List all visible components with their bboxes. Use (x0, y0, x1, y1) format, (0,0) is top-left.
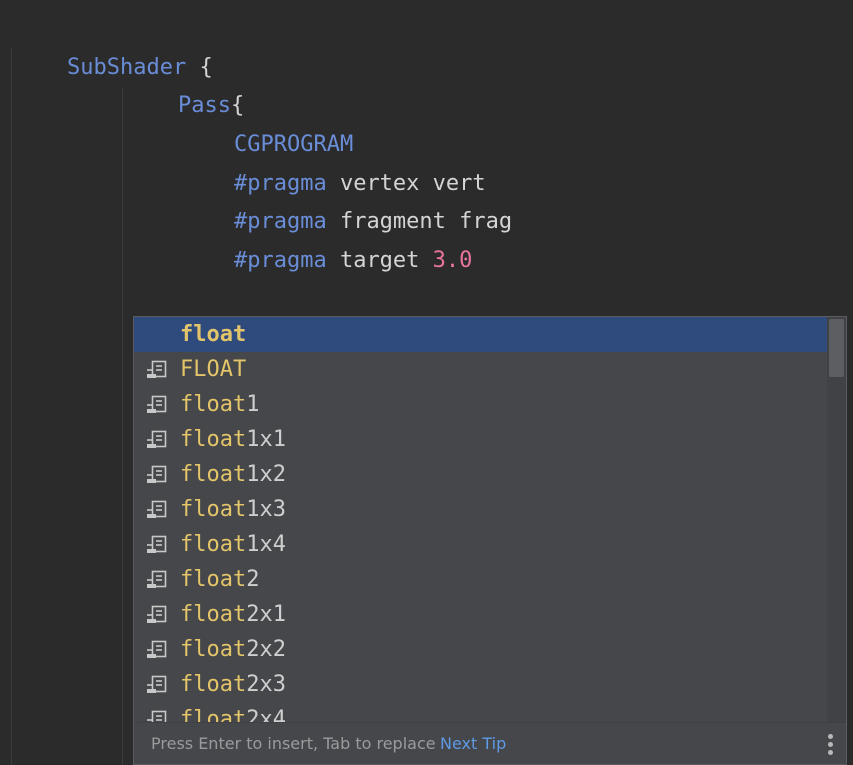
completion-popup: float FLOAT float1 float1x1 float1x2 float1x3… (133, 316, 847, 765)
completion-rest-text: 1x3 (246, 497, 286, 522)
template-icon (147, 535, 167, 553)
completion-item[interactable]: float1x1 (134, 422, 828, 457)
completion-item-label: float1x2 (180, 457, 286, 492)
template-icon (147, 570, 167, 588)
more-vertical-icon[interactable] (828, 734, 834, 756)
completion-item[interactable]: float2x3 (134, 667, 828, 702)
completion-match-text: float (180, 602, 247, 627)
completion-item-label: float2x1 (180, 597, 286, 632)
completion-rest-text: 1x2 (246, 462, 286, 487)
template-icon (147, 675, 167, 693)
completion-item-label: float1 (180, 387, 259, 422)
completion-item-label: float (180, 317, 246, 352)
completion-item[interactable]: float (134, 317, 828, 352)
completion-rest-text: 2x3 (246, 672, 286, 697)
code-line: CGPROGRAM (181, 88, 353, 157)
completion-rest-text: 2x2 (246, 637, 286, 662)
template-icon (147, 710, 167, 722)
template-icon (147, 465, 167, 483)
indent-guide (122, 88, 123, 765)
completion-rest-text: 1 (246, 392, 260, 417)
number-literal: 3.0 (432, 248, 473, 273)
code-line-current[interactable]: float (181, 281, 304, 353)
completion-rest-text: 1x4 (246, 532, 286, 557)
code-line: #pragma vertex vert (181, 127, 486, 196)
next-tip-link[interactable]: Next Tip (440, 723, 506, 764)
completion-match-text: float (180, 497, 247, 522)
completion-match-text: float (180, 637, 247, 662)
code-line: Pass{ (125, 49, 244, 118)
completion-item-label: float2x4 (180, 702, 286, 722)
completion-item[interactable]: float1x2 (134, 457, 828, 492)
completion-rest-text: 2x4 (246, 707, 286, 722)
completion-rest-text: 2x1 (246, 602, 286, 627)
completion-item-label: float2 (180, 562, 259, 597)
completion-rest-text: 2 (246, 567, 260, 592)
completion-item-label: float1x1 (180, 422, 286, 457)
template-icon (147, 640, 167, 658)
completion-match-text: FLOAT (180, 357, 247, 382)
keyword: #pragma (233, 248, 327, 273)
scrollbar-thumb[interactable] (829, 319, 844, 377)
pragma-args: target (326, 248, 433, 273)
completion-item-label: float2x3 (180, 667, 286, 702)
code-line: #pragma fragment frag (181, 165, 512, 234)
completion-list[interactable]: float FLOAT float1 float1x1 float1x2 float1x3… (134, 317, 828, 722)
completion-match-text: float (180, 567, 247, 592)
completion-match-text: float (180, 672, 247, 697)
completion-item-label: FLOAT (180, 352, 246, 387)
code-line: SubShader { (14, 11, 213, 80)
completion-match-text: float (180, 532, 247, 557)
completion-match-text: float (180, 707, 247, 722)
completion-item-label: float1x4 (180, 527, 286, 562)
template-icon (147, 360, 167, 378)
completion-item-label: float1x3 (180, 492, 286, 527)
completion-item[interactable]: float1x4 (134, 527, 828, 562)
completion-item[interactable]: FLOAT (134, 352, 828, 387)
completion-item[interactable]: float2x2 (134, 632, 828, 667)
completion-item[interactable]: float2 (134, 562, 828, 597)
completion-item[interactable]: float1 (134, 387, 828, 422)
completion-match-text: float (180, 322, 247, 347)
completion-item[interactable]: float2x1 (134, 597, 828, 632)
completion-item[interactable]: float2x4 (134, 702, 828, 722)
scrollbar[interactable] (827, 317, 846, 722)
completion-match-text: float (180, 392, 247, 417)
completion-footer: Press Enter to insert, Tab to replace Ne… (134, 722, 846, 764)
completion-match-text: float (180, 462, 247, 487)
completion-hint: Press Enter to insert, Tab to replace (151, 734, 436, 753)
code-line: #pragma target 3.0 (181, 204, 472, 273)
completion-match-text: float (180, 427, 247, 452)
completion-rest-text: 1x1 (246, 427, 286, 452)
template-icon (147, 605, 167, 623)
indent-guide (11, 48, 12, 765)
template-icon (147, 395, 167, 413)
completion-item[interactable]: float1x3 (134, 492, 828, 527)
completion-item-label: float2x2 (180, 632, 286, 667)
template-icon (147, 430, 167, 448)
template-icon (147, 500, 167, 518)
